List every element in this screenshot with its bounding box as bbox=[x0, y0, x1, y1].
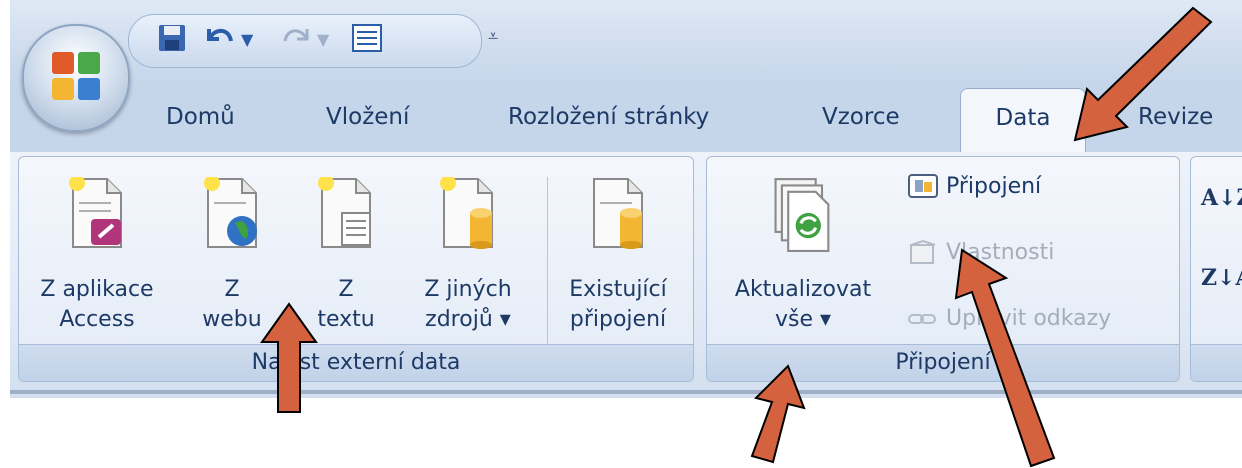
existing-connections-label: Existující připojení bbox=[569, 277, 667, 332]
group-sort: A↓Z Z↓A bbox=[1190, 156, 1242, 382]
quick-access-toolbar: ▼ ▼ bbox=[128, 14, 482, 68]
sort-za-button[interactable]: Z↓A bbox=[1201, 265, 1242, 291]
connections-button[interactable]: Připojení bbox=[907, 173, 1041, 201]
refresh-all-label: Aktualizovat vše ▾ bbox=[734, 277, 872, 332]
from-other-sources-button[interactable]: Z jiných zdrojů ▾ bbox=[405, 165, 531, 341]
edit-links-button[interactable]: Upravit odkazy bbox=[907, 305, 1111, 333]
from-text-label: Z textu bbox=[317, 277, 375, 332]
from-web-label: Z webu bbox=[202, 277, 262, 332]
sort-az-label: A↓Z bbox=[1201, 185, 1242, 211]
from-access-label: Z aplikace Access bbox=[40, 277, 154, 332]
existing-connections-button[interactable]: Existující připojení bbox=[551, 165, 685, 341]
group-connections: Aktualizovat vše ▾ Připojení Vlastnosti bbox=[706, 156, 1180, 382]
connections-icon bbox=[908, 174, 938, 198]
properties-button[interactable]: Vlastnosti bbox=[907, 239, 1054, 267]
tab-bar: Domů Vložení Rozložení stránky Vzorce Da… bbox=[10, 86, 1242, 155]
group-label-sort bbox=[1191, 344, 1242, 381]
tab-formulas[interactable]: Vzorce bbox=[822, 104, 900, 130]
office-logo-icon bbox=[52, 52, 100, 100]
sort-az-button[interactable]: A↓Z bbox=[1201, 185, 1242, 211]
ribbon-bottom-border bbox=[10, 390, 1242, 394]
save-icon[interactable] bbox=[157, 23, 187, 61]
group-separator bbox=[547, 177, 548, 349]
edit-links-label: Upravit odkazy bbox=[946, 306, 1112, 331]
undo-dropdown-icon[interactable]: ▼ bbox=[241, 23, 253, 57]
connections-label: Připojení bbox=[946, 174, 1042, 199]
title-bar: ▼ ▼ ⩡ bbox=[10, 0, 1242, 86]
refresh-all-button[interactable]: Aktualizovat vše ▾ bbox=[713, 165, 893, 341]
tab-data[interactable]: Data bbox=[960, 88, 1086, 155]
undo-icon[interactable] bbox=[203, 23, 237, 61]
from-other-sources-label: Z jiných zdrojů ▾ bbox=[424, 277, 512, 332]
redo-icon[interactable] bbox=[279, 23, 313, 61]
tab-review[interactable]: Revize bbox=[1138, 104, 1213, 130]
properties-icon bbox=[910, 239, 936, 264]
tab-home[interactable]: Domů bbox=[166, 104, 235, 130]
tab-page-layout[interactable]: Rozložení stránky bbox=[508, 104, 709, 130]
ribbon: ▼ ▼ ⩡ Domů Vložení Rozložení stránky Vzo… bbox=[10, 0, 1242, 398]
from-access-button[interactable]: Z aplikace Access bbox=[25, 165, 169, 341]
from-web-button[interactable]: Z webu bbox=[179, 165, 285, 341]
from-text-button[interactable]: Z textu bbox=[293, 165, 399, 341]
form-icon[interactable] bbox=[351, 23, 383, 61]
group-get-external-data: Z aplikace Access Z webu Z textu Z jinýc… bbox=[18, 156, 694, 382]
customize-toolbar-icon[interactable]: ⩡ bbox=[488, 20, 498, 54]
access-icon bbox=[69, 177, 122, 248]
ribbon-body: Z aplikace Access Z webu Z textu Z jinýc… bbox=[10, 152, 1242, 398]
existing-connection-icon bbox=[593, 178, 643, 249]
redo-dropdown-icon[interactable]: ▼ bbox=[317, 23, 329, 57]
group-label-connections: Připojení bbox=[707, 344, 1179, 381]
refresh-icon bbox=[774, 178, 830, 252]
office-button[interactable] bbox=[22, 24, 130, 132]
chain-link-icon bbox=[908, 314, 936, 324]
properties-label: Vlastnosti bbox=[946, 240, 1055, 265]
text-file-icon bbox=[318, 177, 371, 248]
globe-icon bbox=[204, 177, 257, 248]
tab-insert[interactable]: Vložení bbox=[326, 104, 409, 130]
group-label-get-external-data: Načíst externí data bbox=[19, 344, 693, 381]
database-icon bbox=[440, 177, 493, 249]
sort-za-label: Z↓A bbox=[1201, 265, 1242, 291]
